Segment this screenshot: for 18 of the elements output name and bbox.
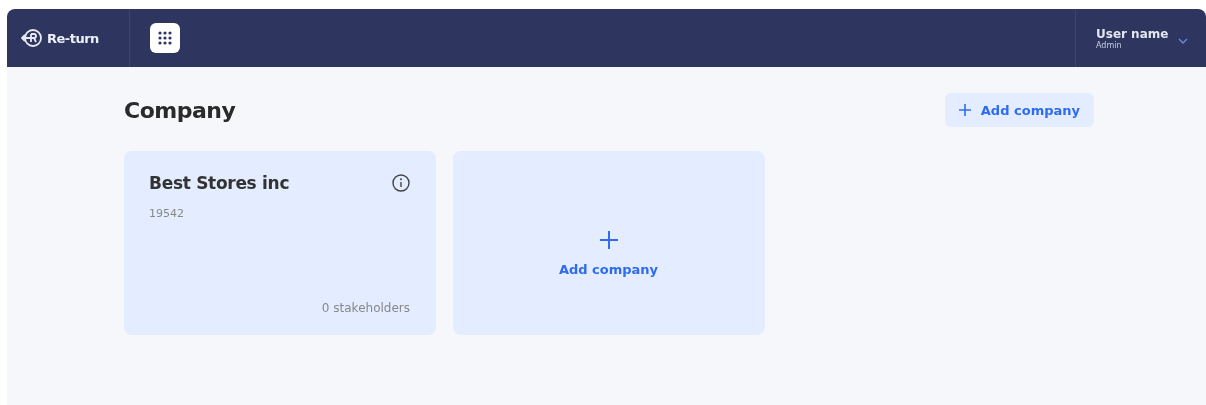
page-title: Company bbox=[124, 97, 236, 123]
user-role: Admin bbox=[1096, 40, 1123, 50]
grid-icon bbox=[157, 30, 173, 46]
info-icon[interactable] bbox=[392, 174, 410, 192]
plus-icon bbox=[598, 229, 619, 250]
apps-button[interactable] bbox=[150, 23, 180, 53]
add-company-card[interactable]: Add company bbox=[453, 151, 765, 335]
add-company-button[interactable]: Add company bbox=[944, 93, 1094, 127]
company-name: Best Stores inc bbox=[149, 173, 290, 193]
user-name: User name bbox=[1096, 26, 1169, 41]
company-card[interactable]: Best Stores inc 19542 0 stakeholders bbox=[124, 151, 436, 335]
stakeholder-count: 0 stakeholders bbox=[321, 301, 410, 315]
logo-icon bbox=[21, 27, 43, 49]
company-number: 19542 bbox=[149, 207, 185, 220]
chevron-down-icon bbox=[1178, 38, 1189, 44]
plus-icon bbox=[958, 104, 971, 116]
logo-text: Re-turn bbox=[47, 30, 99, 46]
user-menu[interactable]: User name Admin bbox=[1075, 9, 1206, 67]
